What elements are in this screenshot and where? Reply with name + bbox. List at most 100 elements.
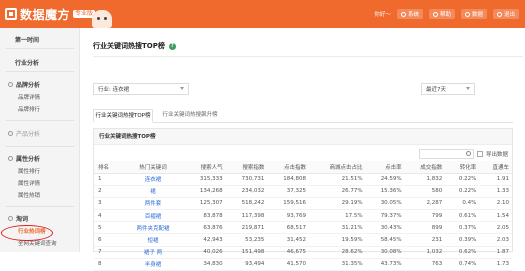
table-row[interactable]: 5 两件夹克配裙 63,876 219,871 68,517 31.21% 30.43% 89…: [94, 221, 512, 235]
table-header-row: 排名 热门关键词 搜索人气 搜索指数 点击指数 商城点击占比 点击率 成交指数 …: [94, 161, 512, 174]
expand-icon: [8, 156, 13, 161]
cell-ztc: 1.33: [479, 185, 512, 198]
sidebar-section-product[interactable]: 产品分析: [0, 129, 80, 138]
cell-keyword[interactable]: 裙: [122, 185, 184, 198]
industry-select-value: 行业: 连衣裙: [98, 87, 130, 93]
highlight-circle: [1, 225, 53, 241]
period-select[interactable]: 最近7天: [421, 83, 475, 95]
cell-search-popularity: 134,268: [184, 185, 226, 198]
cell-search-index: 219,871: [225, 221, 268, 235]
cell-ctr: 30.43%: [365, 221, 405, 235]
col-deal-index[interactable]: 成交指数: [404, 161, 446, 174]
industry-select[interactable]: 行业: 连衣裙: [93, 83, 189, 95]
cell-keyword[interactable]: 百褶裙: [122, 209, 184, 223]
sidebar-item-industry[interactable]: 行业分析: [0, 58, 80, 67]
table-row[interactable]: 6 短裙 42,943 53,235 31,452 19.59% 58.45% 231 0.39…: [94, 233, 512, 247]
sidebar-section-label: 品牌分析: [16, 82, 41, 89]
top-nav: 你好～ 系统 帮助 数据 退出: [374, 9, 519, 19]
cell-search-popularity: 42,943: [184, 233, 226, 247]
sidebar-section-label: 属性分析: [16, 156, 41, 163]
nav-logout-button[interactable]: 退出: [492, 9, 519, 19]
help-question-icon[interactable]: ?: [168, 42, 176, 50]
sidebar-section-attribute[interactable]: 属性分析: [0, 154, 80, 163]
nav-help-label: 帮助: [439, 12, 451, 18]
search-icon: [465, 151, 471, 156]
tab-hot-top[interactable]: 行业关键词热搜TOP榜: [93, 109, 153, 123]
export-checkbox[interactable]: [476, 151, 483, 157]
sidebar-item-brand-rank[interactable]: 品牌排行: [0, 105, 80, 113]
cell-click-index: 68,517: [267, 221, 310, 235]
cell-click-index: 93,769: [267, 209, 310, 223]
cell-rank: 5: [94, 221, 122, 235]
table-row[interactable]: 1 连衣裙 315,333 730,731 184,808 21.51% 24.59% 1,8…: [94, 173, 512, 186]
sidebar-item-attribute-hot[interactable]: 属性热销: [0, 191, 80, 199]
cell-ztc: 1.87: [479, 246, 512, 259]
search-input[interactable]: [418, 149, 474, 159]
cell-rank: 7: [94, 246, 122, 259]
cell-mall-click-share: 29.19%: [309, 197, 366, 211]
cell-mall-click-share: 19.59%: [309, 233, 366, 247]
nav-help-button[interactable]: 帮助: [428, 9, 455, 19]
page-title-text: 行业关键词热搜TOP榜: [93, 42, 165, 50]
col-search-index[interactable]: 搜索指数: [225, 161, 268, 174]
cell-keyword[interactable]: 裙子 两: [122, 246, 184, 259]
nav-data-button[interactable]: 数据: [460, 9, 487, 19]
logout-icon: [496, 11, 502, 17]
cell-conversion: 0.61%: [445, 209, 480, 223]
main-content: 行业关键词热搜TOP榜 ? 行业: 连衣裙 最近7天 行业关键词热搜TOP榜 行…: [81, 28, 525, 271]
cell-deal-index: 899: [404, 221, 446, 235]
cell-deal-index: 231: [404, 233, 446, 247]
sidebar-divider: [6, 206, 74, 207]
nav-logout-label: 退出: [503, 12, 515, 18]
sidebar-item-keyword-search[interactable]: 全网关键词查询: [0, 239, 80, 247]
ranking-table-body: 1 连衣裙 315,333 730,731 184,808 21.51% 24.59% 1,8…: [94, 173, 512, 271]
table-row[interactable]: 7 裙子 两 40,026 151,498 46,675 28.62% 30.08% 1,03…: [94, 246, 512, 259]
sidebar-divider: [6, 48, 74, 49]
cell-deal-index: 580: [404, 185, 446, 198]
cell-deal-index: 1,832: [404, 173, 446, 186]
col-click-index[interactable]: 点击指数: [267, 161, 310, 174]
cell-conversion: 0.74%: [445, 258, 480, 271]
sidebar-item-attribute-rank[interactable]: 属性排行: [0, 167, 80, 175]
col-mall-click-share[interactable]: 商城点击占比: [309, 161, 366, 174]
cell-click-index: 184,808: [267, 173, 310, 186]
col-search-popularity[interactable]: 搜索人气: [184, 161, 226, 174]
cell-search-popularity: 40,026: [184, 246, 226, 259]
cell-rank: 1: [94, 173, 122, 186]
cell-ztc: 1.91: [479, 173, 512, 186]
cell-ctr: 24.59%: [365, 173, 405, 186]
col-rank[interactable]: 排名: [94, 161, 122, 174]
tab-hot-rising[interactable]: 行业关键词热搜飙升榜: [155, 109, 225, 123]
sidebar-section-brand[interactable]: 品牌分析: [0, 80, 80, 89]
cell-keyword[interactable]: 两件夹克配裙: [122, 221, 184, 235]
col-conversion[interactable]: 转化率: [445, 161, 480, 174]
cell-keyword[interactable]: 两件套: [122, 197, 184, 211]
cell-click-index: 37,325: [267, 185, 310, 198]
col-keyword[interactable]: 热门关键词: [122, 161, 184, 174]
cell-keyword[interactable]: 半身裙: [122, 258, 184, 271]
cell-search-index: 151,498: [225, 246, 268, 259]
cell-ztc: 1.73: [479, 258, 512, 271]
table-row[interactable]: 2 裙 134,268 234,032 37,325 26.77% 15.36% 580 0.2…: [94, 185, 512, 198]
cell-search-popularity: 83,878: [184, 209, 226, 223]
nav-system-button[interactable]: 系统: [396, 9, 423, 19]
sidebar-item-first-time[interactable]: 第一时间: [0, 35, 80, 44]
cell-search-index: 93,494: [225, 258, 268, 271]
sidebar-item-brand-detail[interactable]: 品牌详情: [0, 93, 80, 101]
col-ctr[interactable]: 点击率: [365, 161, 405, 174]
app-logo[interactable]: 数据魔方 专业版: [5, 6, 96, 22]
ranking-panel: 行业关键词热搜TOP榜 导出数据 排名 热门关键词 搜索人气 搜索指数 点击指数…: [93, 128, 513, 271]
export-label[interactable]: 导出数据: [486, 150, 508, 158]
col-ztc[interactable]: 直通车: [479, 161, 512, 174]
table-row[interactable]: 3 两件套 125,307 518,242 159,516 29.19% 30.05% 2,2…: [94, 197, 512, 211]
ranking-table: 排名 热门关键词 搜索人气 搜索指数 点击指数 商城点击占比 点击率 成交指数 …: [94, 161, 512, 271]
sidebar-item-attribute-detail[interactable]: 属性详情: [0, 179, 80, 187]
table-row[interactable]: 4 百褶裙 83,878 117,398 93,769 17.5% 79.37% 799 0.6…: [94, 209, 512, 223]
cell-rank: 6: [94, 233, 122, 247]
sidebar-section-taoci[interactable]: 淘词: [0, 214, 80, 223]
cell-keyword[interactable]: 连衣裙: [122, 173, 184, 186]
cell-keyword[interactable]: 短裙: [122, 233, 184, 247]
cell-ctr: 30.05%: [365, 197, 405, 211]
table-row[interactable]: 8 半身裙 34,830 93,494 41,570 31.35% 43.73% 763 0.7…: [94, 258, 512, 271]
cell-search-index: 53,235: [225, 233, 268, 247]
